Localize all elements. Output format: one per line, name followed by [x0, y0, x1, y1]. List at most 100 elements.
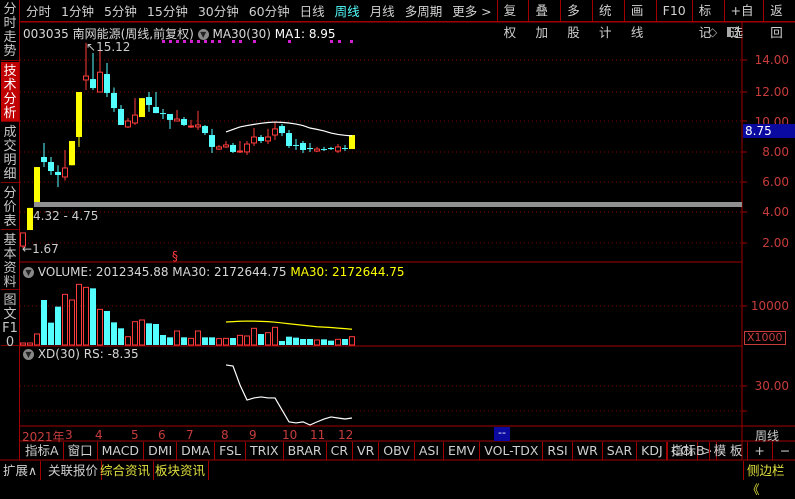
expand-button[interactable]: 扩展∧: [0, 461, 42, 480]
tab-vr[interactable]: VR: [353, 442, 380, 460]
candle-body: [272, 128, 278, 136]
period-5min[interactable]: 5分钟: [99, 1, 142, 20]
volume-value: VOLUME: 2012345.88: [37, 265, 169, 279]
sidebar-toggle-button[interactable]: 侧边栏《: [743, 461, 795, 497]
period-30min[interactable]: 30分钟: [193, 1, 244, 20]
panel-toggle-icon[interactable]: [727, 27, 738, 37]
period-60min[interactable]: 60分钟: [244, 1, 295, 20]
sidebar: 分时走势 技术分析 成交明细 分价表 基本资料 图文F10: [0, 0, 20, 460]
candle-body: [69, 140, 75, 166]
sidebar-item-price-table[interactable]: 分价表: [1, 184, 19, 230]
candle-body: [230, 144, 236, 152]
period-daily[interactable]: 日线: [295, 1, 330, 20]
tab-indicator-a[interactable]: 指标A: [21, 442, 64, 460]
tab-fsl[interactable]: FSL: [215, 442, 247, 460]
volume-bar: [230, 338, 236, 345]
signal-dot: [350, 40, 353, 43]
diamond-icon[interactable]: ◇: [708, 25, 717, 39]
axis-label: 10000: [750, 299, 789, 313]
toolbar: 分时 1分钟 5分钟 15分钟 30分钟 60分钟 日线 周线 月线 多周期 更…: [21, 0, 795, 40]
axis-label: 2.00: [762, 236, 789, 250]
period-intraday[interactable]: 分时: [21, 1, 56, 20]
add-watchlist-button[interactable]: +自选: [723, 0, 764, 40]
mark-button[interactable]: 标记: [691, 0, 724, 40]
volume-bar: [167, 337, 173, 345]
chart-canvas[interactable]: [0, 0, 795, 480]
tab-emv[interactable]: EMV: [444, 442, 481, 460]
ma-label: MA30(30): [212, 27, 271, 41]
multi-stock-button[interactable]: 多股: [560, 0, 592, 40]
candle-body: [111, 92, 117, 109]
sidebar-item-f10[interactable]: 图文F10: [1, 291, 19, 350]
tab-brar[interactable]: BRAR: [284, 442, 327, 460]
back-button[interactable]: 返回: [763, 0, 795, 40]
overlay-button[interactable]: 叠加: [528, 0, 560, 40]
volume-ma-value: MA30: 2172644.75: [172, 265, 287, 279]
volume-bar: [62, 293, 68, 346]
chevron-down-icon[interactable]: ▼: [23, 349, 34, 360]
draw-line-button[interactable]: 画线: [623, 0, 656, 40]
candle-body: [279, 126, 285, 134]
period-15min[interactable]: 15分钟: [142, 1, 193, 20]
sector-news-tab[interactable]: 板块资讯: [152, 461, 210, 480]
chevron-down-icon[interactable]: ▼: [23, 267, 34, 278]
candle-body: [125, 120, 131, 128]
statistics-button[interactable]: 统计: [592, 0, 624, 40]
sidebar-item-fundamentals[interactable]: 基本资料: [1, 231, 19, 290]
period-monthly[interactable]: 月线: [365, 1, 400, 20]
tab-wr[interactable]: WR: [573, 442, 603, 460]
restore-rights-button[interactable]: 复权: [496, 0, 529, 40]
volume-bar: [160, 335, 166, 345]
period-more[interactable]: 更多 >: [447, 1, 496, 20]
f10-button[interactable]: F10: [655, 0, 692, 22]
candle-body: [104, 74, 110, 93]
sidebar-item-technical[interactable]: 技术分析: [1, 62, 19, 122]
volume-bar: [223, 337, 229, 346]
zoom-in-button[interactable]: +: [748, 442, 773, 460]
tab-trix[interactable]: TRIX: [246, 442, 284, 460]
volume-bar: [188, 337, 194, 346]
tab-obv[interactable]: OBV: [379, 442, 415, 460]
candle-body: [62, 167, 68, 178]
candle-body: [167, 113, 173, 120]
period-1min[interactable]: 1分钟: [56, 1, 99, 20]
period-weekly[interactable]: 周线: [330, 1, 365, 20]
news-tab[interactable]: 综合资讯: [97, 461, 155, 480]
sidebar-item-intraday[interactable]: 分时走势: [1, 0, 19, 61]
tab-sar[interactable]: SAR: [603, 442, 638, 460]
event-marker[interactable]: §: [172, 249, 178, 263]
tab-template[interactable]: 模 板: [710, 442, 748, 460]
period-multi[interactable]: 多周期: [400, 1, 448, 20]
volume-bar: [251, 327, 257, 346]
volume-bar: [83, 286, 89, 346]
tab-cr[interactable]: CR: [327, 442, 354, 460]
tab-dmi[interactable]: DMI: [144, 442, 178, 460]
tab-dma[interactable]: DMA: [177, 442, 216, 460]
zoom-out-button[interactable]: −: [773, 442, 795, 460]
tab-vol-tdx[interactable]: VOL-TDX: [480, 442, 544, 460]
main-chart-header: 003035 南网能源(周线,前复权) ▼ MA30(30) MA1: 8.95: [23, 25, 336, 42]
time-label: 11: [310, 428, 326, 442]
tab-asi[interactable]: ASI: [415, 442, 445, 460]
tab-indicator-b[interactable]: 指标B: [666, 442, 710, 460]
tab-kdj[interactable]: KDJ: [637, 442, 668, 460]
cursor-date-box: --: [494, 427, 510, 441]
related-quotes-tab[interactable]: 关联报价: [45, 461, 103, 480]
tab-window[interactable]: 窗口: [64, 442, 98, 460]
sidebar-item-trades[interactable]: 成交明细: [1, 123, 19, 183]
time-label: 7: [186, 428, 194, 442]
volume-bar: [335, 338, 341, 346]
volume-bar: [349, 336, 355, 346]
time-label: 10: [282, 428, 298, 442]
candle-body: [90, 79, 96, 89]
tab-rsi[interactable]: RSI: [543, 442, 573, 460]
volume-bar: [307, 338, 313, 345]
chevron-down-icon[interactable]: ▼: [197, 29, 209, 40]
tab-macd[interactable]: MACD: [98, 442, 145, 460]
candle-body: [251, 136, 257, 144]
axis-label: 30.00: [754, 379, 789, 393]
volume-bar: [146, 323, 152, 345]
time-label: 8: [221, 428, 229, 442]
candle-body: [174, 118, 180, 122]
candle-body: [153, 106, 159, 114]
